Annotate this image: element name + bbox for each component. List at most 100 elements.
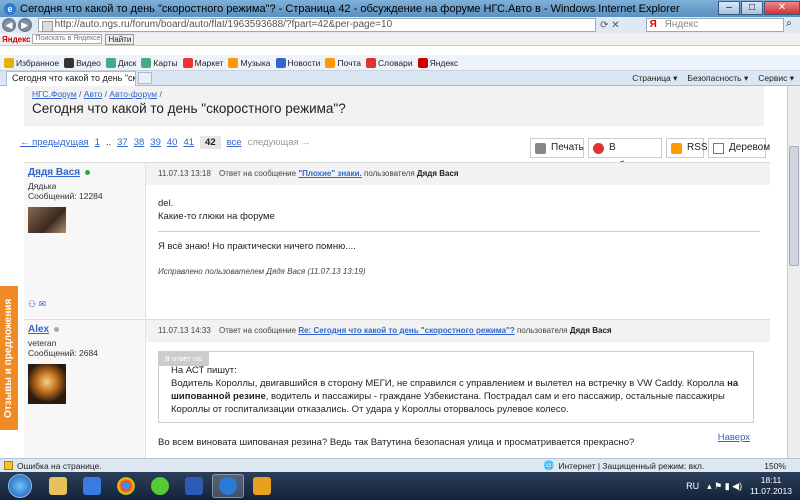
signature-divider — [158, 231, 760, 232]
taskbar-app-ie[interactable] — [212, 474, 244, 498]
bookmark-dictionary[interactable]: Словари — [366, 57, 413, 68]
bookmark-market[interactable]: Маркет — [182, 57, 223, 68]
breadcrumb-auto-forum[interactable]: Авто-форум — [109, 89, 157, 99]
author-message-count: Сообщений: 12284 — [28, 191, 103, 201]
back-to-top-link[interactable]: Наверх — [718, 432, 750, 443]
forward-button[interactable]: ▶ — [17, 18, 32, 32]
url-input[interactable]: http://auto.ngs.ru/forum/board/auto/flat… — [37, 18, 597, 32]
bookmark-video[interactable]: Видео — [64, 57, 101, 68]
yandex-find-button[interactable]: Найти — [105, 33, 135, 45]
market-icon — [182, 57, 193, 68]
pagination-all[interactable]: все — [227, 137, 242, 148]
minimize-button[interactable]: – — [718, 1, 740, 15]
zoom-level[interactable]: 150% — [764, 461, 786, 471]
post-body: del. Какие-то глюки на форуме Я всё знаю… — [158, 197, 760, 278]
pagination-page-40[interactable]: 40 — [167, 137, 178, 148]
post-text-line: Какие-то глюки на форуме — [158, 211, 275, 222]
maps-icon — [141, 57, 152, 68]
news-icon — [275, 57, 286, 68]
printer-icon — [535, 143, 546, 154]
breadcrumb-ngs-forum[interactable]: НГС.Форум — [32, 89, 77, 99]
author-contact-icons[interactable]: ⚇ ✉ — [28, 299, 46, 310]
search-icon[interactable]: ⌕ — [786, 18, 800, 32]
online-status-icon — [85, 169, 91, 175]
security-menu[interactable]: Безопасность ▾ — [687, 73, 748, 84]
refresh-stop-icons[interactable]: ⟳ ✕ — [596, 20, 645, 31]
disk-icon — [105, 57, 116, 68]
feedback-tab[interactable]: Отзывы и предложения — [0, 286, 18, 430]
clock[interactable]: 18:11 11.07.2013 — [750, 475, 792, 497]
rss-button[interactable]: RSS — [666, 138, 708, 158]
vertical-scrollbar[interactable] — [787, 86, 800, 458]
author-name-link[interactable]: Дядя Вася — [28, 167, 91, 178]
status-bar: Ошибка на странице. 🌐 Интернет | Защищен… — [0, 458, 800, 472]
heart-icon — [593, 143, 604, 154]
reply-to-link[interactable]: Re: Сегодня что какой то день "скоростно… — [298, 326, 514, 335]
browser-search-input[interactable]: Яндекс — [645, 18, 785, 32]
tree-view-button[interactable]: Деревом — [708, 138, 770, 158]
taskbar-app-word[interactable] — [178, 474, 210, 498]
bookmark-news[interactable]: Новости — [275, 57, 320, 68]
new-tab-button[interactable] — [138, 72, 152, 84]
tray-icons[interactable]: ▴ ⚑ ▮ ◀) — [707, 481, 742, 492]
taskbar-app-outlook[interactable] — [246, 474, 278, 498]
breadcrumb-auto[interactable]: Авто — [84, 89, 103, 99]
taskbar-app-icq[interactable] — [144, 474, 176, 498]
mail-icon — [325, 57, 336, 68]
pagination-next: следующая → — [247, 137, 311, 148]
security-zone: 🌐 Интернет | Защищенный режим: вкл. — [543, 460, 705, 471]
offline-status-icon — [54, 326, 60, 332]
bookmark-disk[interactable]: Диск — [105, 57, 136, 68]
tools-menu[interactable]: Сервис ▾ — [758, 73, 794, 84]
yandex-search-input[interactable]: Поискать в Яндексе — [32, 34, 103, 44]
pagination-prev[interactable]: ← предыдущая — [20, 137, 89, 148]
favorite-button[interactable]: В избранное — [588, 138, 662, 171]
start-button[interactable] — [8, 474, 32, 498]
pagination-page-1[interactable]: 1 — [95, 137, 100, 148]
yandex-toolbar: Яндекс Поискать в Яндексе Найти — [0, 33, 800, 46]
back-button[interactable]: ◀ — [2, 18, 16, 32]
warning-icon[interactable] — [4, 461, 13, 470]
bookmark-favorites[interactable]: Избранное — [4, 57, 59, 68]
system-tray: RU ▴ ⚑ ▮ ◀) 18:11 11.07.2013 — [686, 475, 800, 497]
language-indicator[interactable]: RU — [686, 481, 699, 491]
pagination-page-38[interactable]: 38 — [134, 137, 145, 148]
pagination-page-41[interactable]: 41 — [183, 137, 194, 148]
outlook-icon — [253, 477, 271, 495]
bookmark-yandex[interactable]: Яндекс — [417, 57, 458, 68]
bookmark-music[interactable]: Музыка — [228, 57, 271, 68]
post-header: 11.07.13 14:33 Ответ на сообщение Re: Се… — [146, 320, 770, 342]
taskbar-app-chrome[interactable] — [110, 474, 142, 498]
bookmark-mail[interactable]: Почта — [325, 57, 361, 68]
reply-prefix: Ответ на сообщение — [219, 326, 297, 335]
author-name-link[interactable]: Alex — [28, 324, 60, 335]
page-header: НГС.Форум / Авто / Авто-форум / Сегодня … — [24, 86, 764, 126]
dictionary-icon — [366, 57, 377, 68]
globe-icon: 🌐 — [543, 460, 555, 470]
address-bar: ◀ ▶ http://auto.ngs.ru/forum/board/auto/… — [0, 17, 800, 33]
page-menu[interactable]: Страница ▾ — [632, 73, 677, 84]
quote-text: Водитель Короллы, двигавшийся в сторону … — [171, 378, 739, 415]
tree-icon — [713, 143, 724, 154]
taskbar-app-explorer[interactable] — [42, 474, 74, 498]
window-titlebar: e Сегодня что какой то день "скоростного… — [0, 0, 800, 17]
status-message[interactable]: Ошибка на странице. — [17, 461, 102, 471]
pagination-page-37[interactable]: 37 — [117, 137, 128, 148]
bookmark-maps[interactable]: Карты — [141, 57, 178, 68]
post-text-line: del. — [158, 198, 174, 209]
reply-to-link[interactable]: "Плохие" знаки. — [298, 169, 361, 178]
scrollbar-thumb[interactable] — [789, 146, 799, 266]
tab-current[interactable]: Сегодня что какой то день "ск..." — [6, 70, 136, 86]
print-button[interactable]: Печать — [530, 138, 584, 158]
page-content: Отзывы и предложения НГС.Форум / Авто / … — [0, 86, 787, 458]
favorites-icon — [4, 57, 14, 68]
word-icon — [185, 477, 203, 495]
ie-icon — [219, 477, 237, 495]
quote-source: На АСТ пишут: — [171, 365, 237, 376]
pagination: ← предыдущая 1 .. 37 38 39 40 41 42 все … — [20, 136, 311, 149]
maximize-button[interactable]: □ — [741, 1, 763, 15]
taskbar-app-media[interactable] — [76, 474, 108, 498]
close-button[interactable]: ✕ — [764, 1, 800, 15]
pagination-page-39[interactable]: 39 — [150, 137, 161, 148]
folder-icon — [49, 477, 67, 495]
